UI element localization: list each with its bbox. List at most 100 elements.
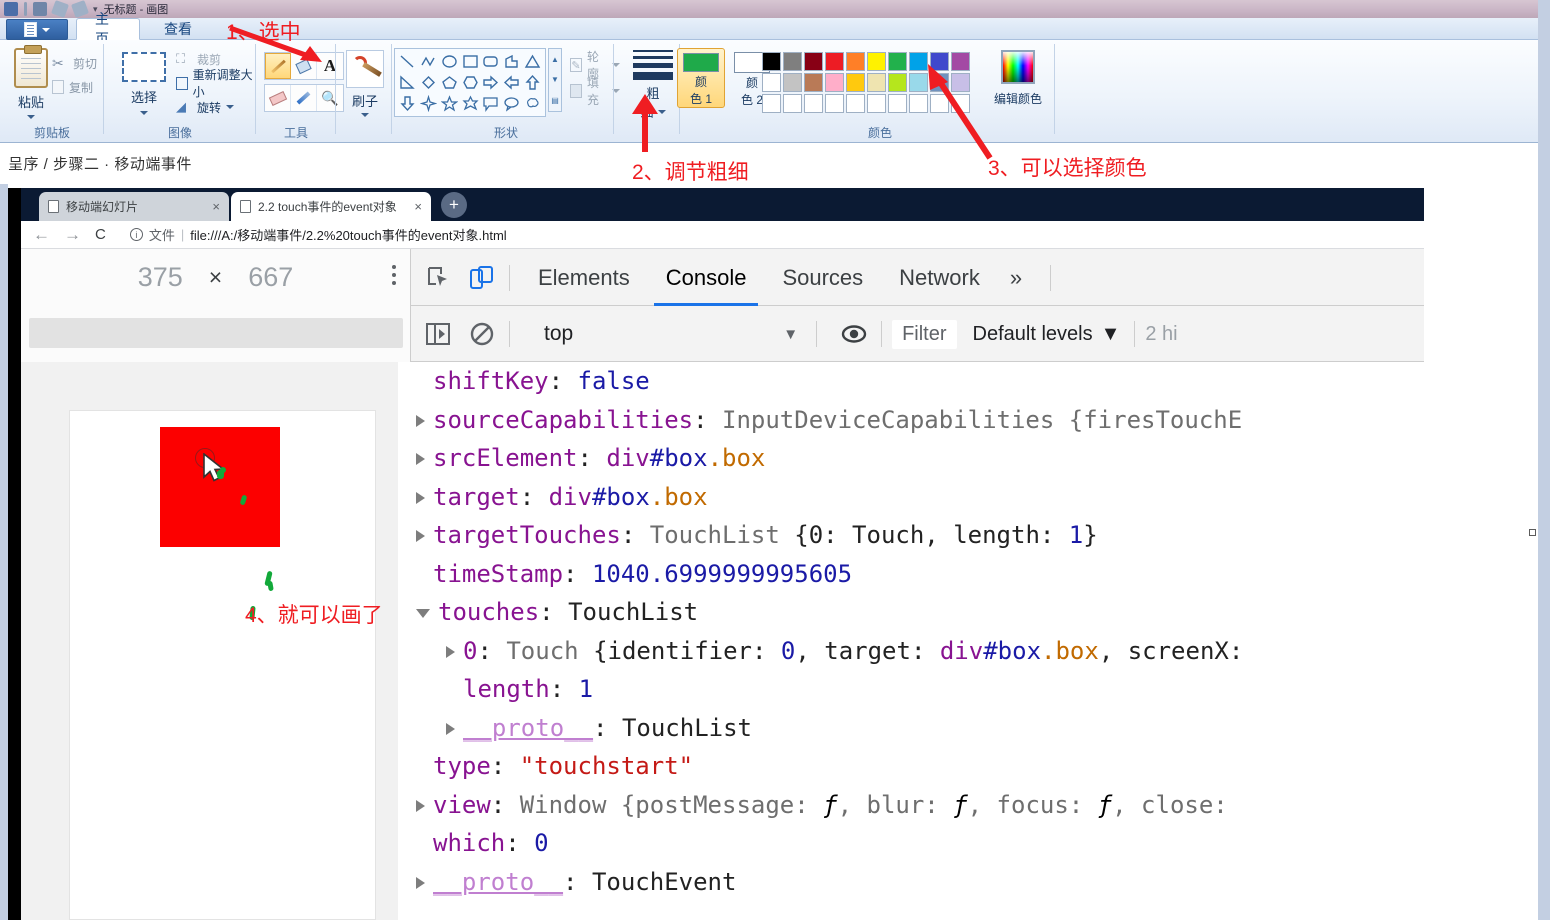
close-icon[interactable]: × bbox=[212, 199, 220, 214]
device-width-input[interactable]: 375 bbox=[138, 262, 183, 293]
more-tabs-button[interactable]: » bbox=[998, 249, 1034, 306]
console-line[interactable]: which: 0 bbox=[398, 824, 1424, 863]
shape-callout-rect-icon[interactable] bbox=[480, 93, 501, 114]
console-sidebar-toggle-icon[interactable] bbox=[421, 317, 455, 351]
pasted-screenshot-image[interactable]: 移动端幻灯片 × 2.2 touch事件的event对象 × + ← → C i… bbox=[8, 188, 1424, 920]
triangle-right-icon[interactable] bbox=[416, 414, 425, 427]
box-element[interactable] bbox=[160, 427, 280, 547]
back-icon[interactable]: ← bbox=[33, 225, 50, 245]
console-line[interactable]: __proto__: TouchList bbox=[398, 709, 1424, 748]
shape-five-point-star-icon[interactable] bbox=[439, 93, 460, 114]
shape-curve-icon[interactable] bbox=[418, 51, 439, 72]
console-line[interactable]: targetTouches: TouchList {0: Touch, leng… bbox=[398, 516, 1424, 555]
palette-swatch[interactable] bbox=[888, 52, 907, 71]
console-line[interactable]: target: div#box.box bbox=[398, 478, 1424, 517]
shape-diamond-icon[interactable] bbox=[418, 72, 439, 93]
console-filter-input[interactable]: Filter bbox=[892, 319, 957, 349]
shape-arrow-left-icon[interactable] bbox=[501, 72, 522, 93]
palette-swatch[interactable] bbox=[867, 94, 886, 113]
reload-icon[interactable]: C bbox=[95, 226, 106, 243]
tab-home[interactable]: 主页 bbox=[76, 11, 140, 47]
shape-polygon-icon[interactable] bbox=[501, 51, 522, 72]
clear-console-icon[interactable] bbox=[465, 317, 499, 351]
console-output[interactable]: shiftKey: false sourceCapabilities: Input… bbox=[398, 362, 1424, 920]
palette-swatch[interactable] bbox=[888, 73, 907, 92]
shape-rect-icon[interactable] bbox=[460, 51, 481, 72]
console-line[interactable]: touches: TouchList bbox=[398, 593, 1424, 632]
chevron-up-icon[interactable]: ▲ bbox=[551, 55, 559, 64]
shape-triangle-icon[interactable] bbox=[522, 51, 543, 72]
palette-swatch[interactable] bbox=[846, 73, 865, 92]
viewport-resize-bar[interactable] bbox=[29, 318, 403, 348]
palette-swatch[interactable] bbox=[783, 94, 802, 113]
console-line[interactable]: timeStamp: 1040.6999999995605 bbox=[398, 555, 1424, 594]
tab-elements[interactable]: Elements bbox=[520, 249, 648, 306]
browser-tab-2[interactable]: 2.2 touch事件的event对象 × bbox=[231, 192, 431, 221]
shape-callout-oval-icon[interactable] bbox=[501, 93, 522, 114]
console-line[interactable]: 0: Touch {identifier: 0, target: div#box… bbox=[398, 632, 1424, 671]
palette-swatch[interactable] bbox=[825, 94, 844, 113]
triangle-right-icon[interactable] bbox=[416, 491, 425, 504]
execution-context-selector[interactable]: top bbox=[544, 322, 573, 346]
shape-gallery[interactable] bbox=[394, 48, 546, 117]
shape-arrow-down-icon[interactable] bbox=[397, 93, 418, 114]
triangle-right-icon[interactable] bbox=[416, 530, 425, 542]
palette-swatch[interactable] bbox=[846, 94, 865, 113]
chevron-down-icon[interactable]: ▼ bbox=[783, 326, 798, 343]
breadcrumb[interactable]: 呈序 / 步骤二 · 移动端事件 bbox=[8, 153, 192, 174]
triangle-right-icon[interactable] bbox=[416, 876, 425, 889]
tab-network[interactable]: Network bbox=[881, 249, 998, 306]
palette-swatch[interactable] bbox=[804, 73, 823, 92]
shape-pentagon-icon[interactable] bbox=[439, 72, 460, 93]
palette-swatch[interactable] bbox=[825, 52, 844, 71]
select-button[interactable]: 选择 bbox=[114, 52, 174, 115]
tab-sources[interactable]: Sources bbox=[764, 249, 881, 306]
gallery-expand-icon[interactable]: ▤ bbox=[551, 96, 559, 105]
chevron-down-icon[interactable]: ▼ bbox=[551, 75, 559, 84]
shape-six-point-star-icon[interactable] bbox=[460, 93, 481, 114]
canvas-resize-handle[interactable] bbox=[1529, 529, 1536, 536]
shape-ellipse-icon[interactable] bbox=[439, 51, 460, 72]
console-line[interactable]: __proto__: TouchEvent bbox=[398, 863, 1424, 902]
tab-view[interactable]: 查看 bbox=[146, 18, 210, 40]
palette-swatch[interactable] bbox=[846, 52, 865, 71]
triangle-right-icon[interactable] bbox=[446, 645, 455, 658]
palette-swatch[interactable] bbox=[783, 73, 802, 92]
device-height-input[interactable]: 667 bbox=[248, 262, 293, 293]
palette-swatch[interactable] bbox=[825, 73, 844, 92]
triangle-right-icon[interactable] bbox=[416, 453, 425, 465]
console-line[interactable]: sourceCapabilities: InputDeviceCapabilit… bbox=[398, 401, 1424, 440]
shape-four-point-star-icon[interactable] bbox=[418, 93, 439, 114]
console-settings-eye-icon[interactable] bbox=[837, 317, 871, 351]
resize-button[interactable]: 重新调整大小 bbox=[176, 68, 256, 99]
shape-arrow-right-icon[interactable] bbox=[480, 72, 501, 93]
console-line[interactable]: type: "touchstart" bbox=[398, 747, 1424, 786]
palette-swatch[interactable] bbox=[762, 94, 781, 113]
tab-console[interactable]: Console bbox=[648, 249, 765, 306]
paint-menu-button[interactable] bbox=[6, 19, 68, 40]
palette-swatch[interactable] bbox=[762, 73, 781, 92]
shape-callout-cloud-icon[interactable] bbox=[522, 93, 543, 114]
copy-button[interactable]: 复制 bbox=[52, 76, 93, 98]
palette-swatch[interactable] bbox=[804, 94, 823, 113]
rotate-button[interactable]: ◢ 旋转 bbox=[176, 96, 235, 118]
console-line[interactable]: srcElement: div#box.box bbox=[398, 439, 1424, 478]
palette-swatch[interactable] bbox=[762, 52, 781, 71]
palette-swatch[interactable] bbox=[888, 94, 907, 113]
rendered-page[interactable]: 4、就可以画了 bbox=[69, 410, 383, 920]
paste-button[interactable]: 粘贴 bbox=[8, 45, 54, 119]
shape-rounded-rect-icon[interactable] bbox=[480, 51, 501, 72]
palette-swatch[interactable] bbox=[804, 52, 823, 71]
cut-button[interactable]: ✂ 剪切 bbox=[52, 52, 97, 74]
triangle-right-icon[interactable] bbox=[446, 722, 455, 735]
console-line[interactable]: length: 1 bbox=[398, 670, 1424, 709]
chevron-down-icon[interactable]: ▼ bbox=[1101, 323, 1121, 346]
address-bar[interactable]: i 文件 | file:///A:/移动端事件/2.2%20touch事件的ev… bbox=[129, 225, 507, 244]
device-toolbar-icon[interactable] bbox=[465, 261, 499, 295]
shape-hexagon-icon[interactable] bbox=[460, 72, 481, 93]
inspect-element-icon[interactable] bbox=[421, 261, 455, 295]
console-line[interactable]: shiftKey: false bbox=[398, 362, 1424, 401]
browser-tab-1[interactable]: 移动端幻灯片 × bbox=[39, 192, 229, 221]
shape-arrow-up-icon[interactable] bbox=[522, 72, 543, 93]
shape-right-triangle-icon[interactable] bbox=[397, 72, 418, 93]
